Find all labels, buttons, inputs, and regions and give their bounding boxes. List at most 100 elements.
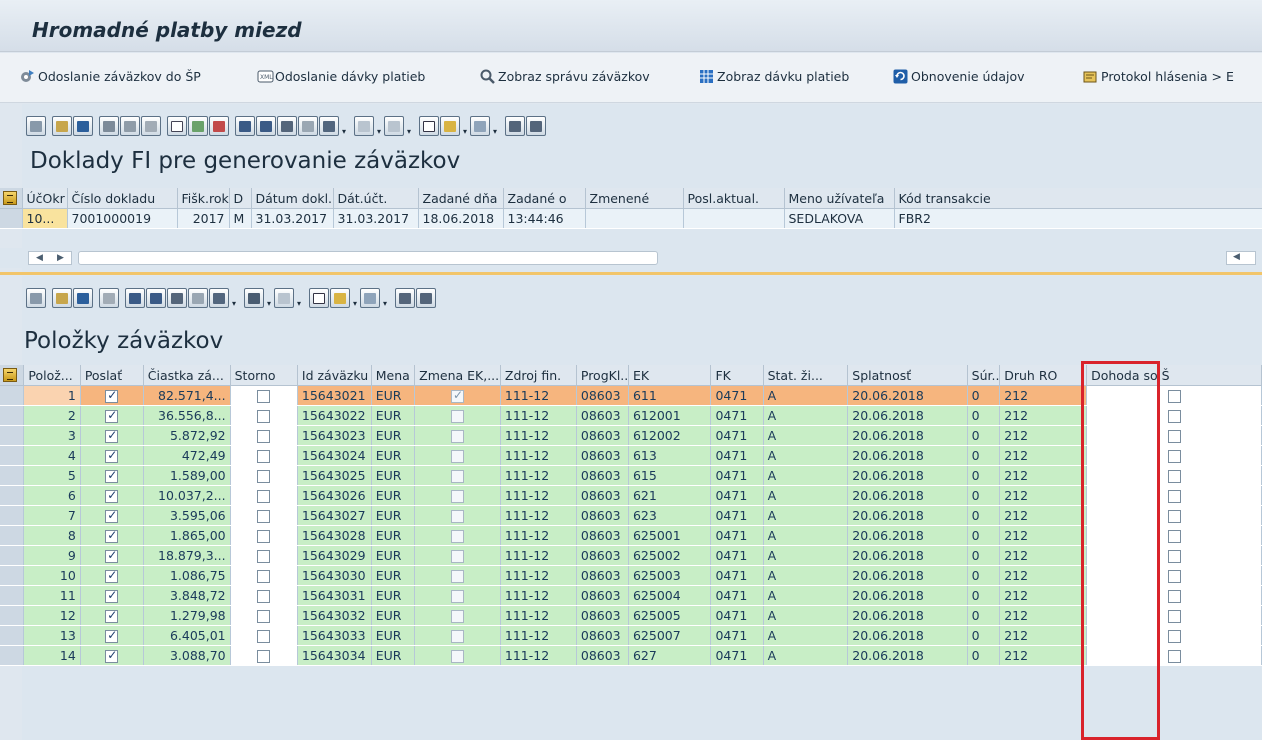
table-cell[interactable]: 0 [967,645,1001,666]
table-cell[interactable]: 3.848,72 [143,585,231,606]
column-header[interactable]: Id záväzku [297,365,372,386]
table-cell[interactable] [1086,385,1262,406]
storno-checkbox[interactable] [257,410,271,423]
agreement-checkbox[interactable] [1167,570,1181,583]
table-row[interactable]: 10 1.086,75 15643030EUR 111-120860362500304… [0,565,1262,586]
find-next-icon[interactable] [298,116,318,136]
row-selector[interactable] [0,565,25,586]
agreement-checkbox[interactable] [1167,510,1181,523]
table-cell[interactable]: EUR [371,385,416,406]
scroll-right-icon[interactable]: ▶ [57,253,64,263]
table-cell[interactable]: 20.06.2018 [847,545,968,566]
table-cell[interactable]: 0471 [710,445,764,466]
table-cell[interactable]: A [763,485,849,506]
table-cell[interactable]: 0 [967,385,1001,406]
table-cell[interactable]: 15643025 [297,465,372,486]
table-cell[interactable]: 0471 [710,525,764,546]
table-cell[interactable]: 0471 [710,585,764,606]
agreement-checkbox[interactable] [1167,630,1181,643]
table-cell[interactable]: 0 [967,605,1001,626]
sum-dropdown-icon[interactable]: ▾ [265,288,273,308]
column-header[interactable]: Čiastka zá... [143,365,231,386]
storno-checkbox[interactable] [257,390,271,403]
table-row[interactable]: 3 5.872,92 15643023EUR 111-1208603612002047… [0,425,1262,446]
table-cell[interactable]: 615 [628,465,712,486]
table-cell[interactable] [80,605,144,626]
column-header[interactable]: Splatnosť [847,365,968,386]
table-cell[interactable]: EUR [371,505,416,526]
table-cell[interactable]: 08603 [576,425,629,446]
table-cell[interactable]: 8 [23,525,81,546]
column-header[interactable]: Dohoda so Š [1086,365,1262,386]
table-cell[interactable] [230,385,298,406]
column-header[interactable]: FK [710,365,764,386]
table-cell[interactable]: EUR [371,565,416,586]
table-cell[interactable]: 20.06.2018 [847,405,968,426]
table-cell[interactable] [230,425,298,446]
table-cell[interactable]: 111-12 [500,485,577,506]
table-cell[interactable]: 0471 [710,465,764,486]
table-cell[interactable]: 212 [999,385,1088,406]
undo-icon[interactable] [99,288,119,308]
table-cell[interactable]: EUR [371,605,416,626]
table-cell[interactable]: 0 [967,565,1001,586]
column-header[interactable]: Súr... [967,365,1001,386]
table-cell[interactable]: 111-12 [500,505,577,526]
table-cell[interactable]: 20.06.2018 [847,425,968,446]
find-icon[interactable] [167,288,187,308]
table-cell[interactable]: 08603 [576,465,629,486]
filter-icon[interactable] [209,288,229,308]
column-header[interactable]: D [229,188,252,209]
table-cell[interactable]: 111-12 [500,405,577,426]
table-cell[interactable] [80,425,144,446]
table-cell[interactable]: EUR [371,585,416,606]
table-row[interactable]: 4 472,49 15643024EUR 111-12086036130471A20.… [0,445,1262,466]
send-checkbox[interactable] [105,608,119,623]
table-cell[interactable]: EUR [371,405,416,426]
table-cell[interactable]: 0471 [710,545,764,566]
table-cell[interactable]: 212 [999,505,1088,526]
table-cell[interactable]: 212 [999,585,1088,606]
table-cell[interactable] [414,465,501,486]
table-cell[interactable]: 08603 [576,565,629,586]
table-cell[interactable]: EUR [371,545,416,566]
table-cell[interactable]: EUR [371,485,416,506]
table-cell[interactable]: 15643023 [297,425,372,446]
table-cell[interactable]: 6.405,01 [143,625,231,646]
sort-descending-icon[interactable] [146,288,166,308]
table-cell[interactable] [80,585,144,606]
agreement-checkbox[interactable] [1167,550,1181,563]
table-cell[interactable] [414,385,501,406]
table-cell[interactable]: 212 [999,565,1088,586]
agreement-checkbox[interactable] [1167,490,1181,503]
table-cell[interactable]: 111-12 [500,645,577,666]
table-cell[interactable]: 5 [23,465,81,486]
table-cell[interactable]: 15643029 [297,545,372,566]
table-cell[interactable]: 111-12 [500,625,577,646]
storno-checkbox[interactable] [257,430,271,443]
copy-icon[interactable] [120,116,140,136]
send-checkbox[interactable] [105,488,119,503]
table-cell[interactable]: 11 [23,585,81,606]
table-cell[interactable] [414,525,501,546]
table-cell[interactable]: EUR [371,625,416,646]
table-cell[interactable] [1086,565,1262,586]
table-cell[interactable] [414,405,501,426]
agreement-checkbox[interactable] [1167,450,1181,463]
table-cell[interactable]: 212 [999,405,1088,426]
table-cell[interactable]: 20.06.2018 [847,525,968,546]
send-checkbox[interactable] [105,508,119,523]
table-cell[interactable] [230,505,298,526]
column-header[interactable]: Mena [371,365,416,386]
column-header[interactable]: Druh RO [999,365,1088,386]
table-cell[interactable] [414,625,501,646]
table-cell[interactable]: 111-12 [500,445,577,466]
table-cell[interactable] [585,208,684,229]
table-cell[interactable] [1086,605,1262,626]
table-cell[interactable] [414,605,501,626]
table-row[interactable]: 12 1.279,98 15643032EUR 111-120860362500504… [0,605,1262,626]
column-header[interactable]: Číslo dokladu [67,188,178,209]
refresh-icon[interactable] [73,288,93,308]
table-row[interactable]: 51.589,0015643025EUR111-12086036150471A2… [0,465,1262,486]
table-cell[interactable] [230,525,298,546]
